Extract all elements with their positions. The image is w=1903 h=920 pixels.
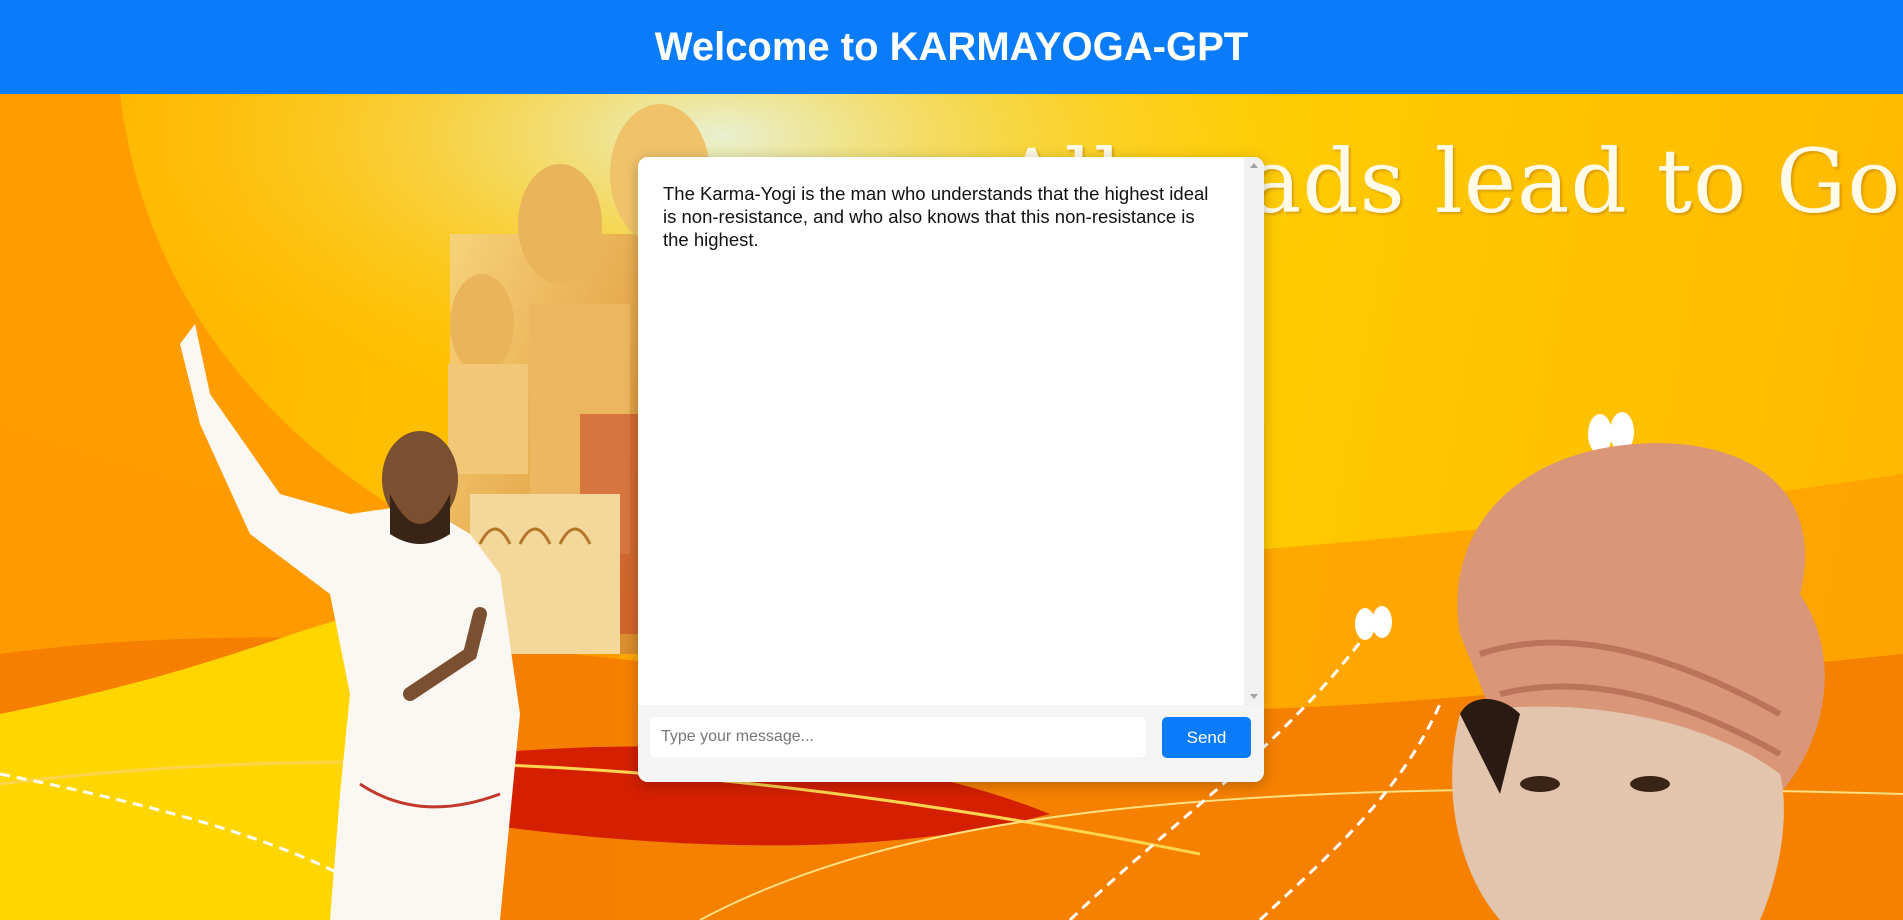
page-title: Welcome to KARMAYOGA-GPT [654, 24, 1249, 69]
header-bar: Welcome to KARMAYOGA-GPT [0, 0, 1903, 94]
right-figure [1452, 443, 1825, 920]
chat-log[interactable]: The Karma-Yogi is the man who understand… [638, 157, 1244, 705]
message-input[interactable] [650, 717, 1146, 757]
message-input-row: Send [638, 705, 1264, 782]
scroll-up-arrow-icon[interactable] [1250, 163, 1258, 168]
chat-window: The Karma-Yogi is the man who understand… [638, 157, 1264, 782]
bot-message: The Karma-Yogi is the man who understand… [663, 183, 1209, 250]
chat-scrollbar[interactable] [1244, 157, 1264, 705]
send-button[interactable]: Send [1162, 717, 1251, 758]
scroll-down-arrow-icon[interactable] [1250, 694, 1258, 699]
